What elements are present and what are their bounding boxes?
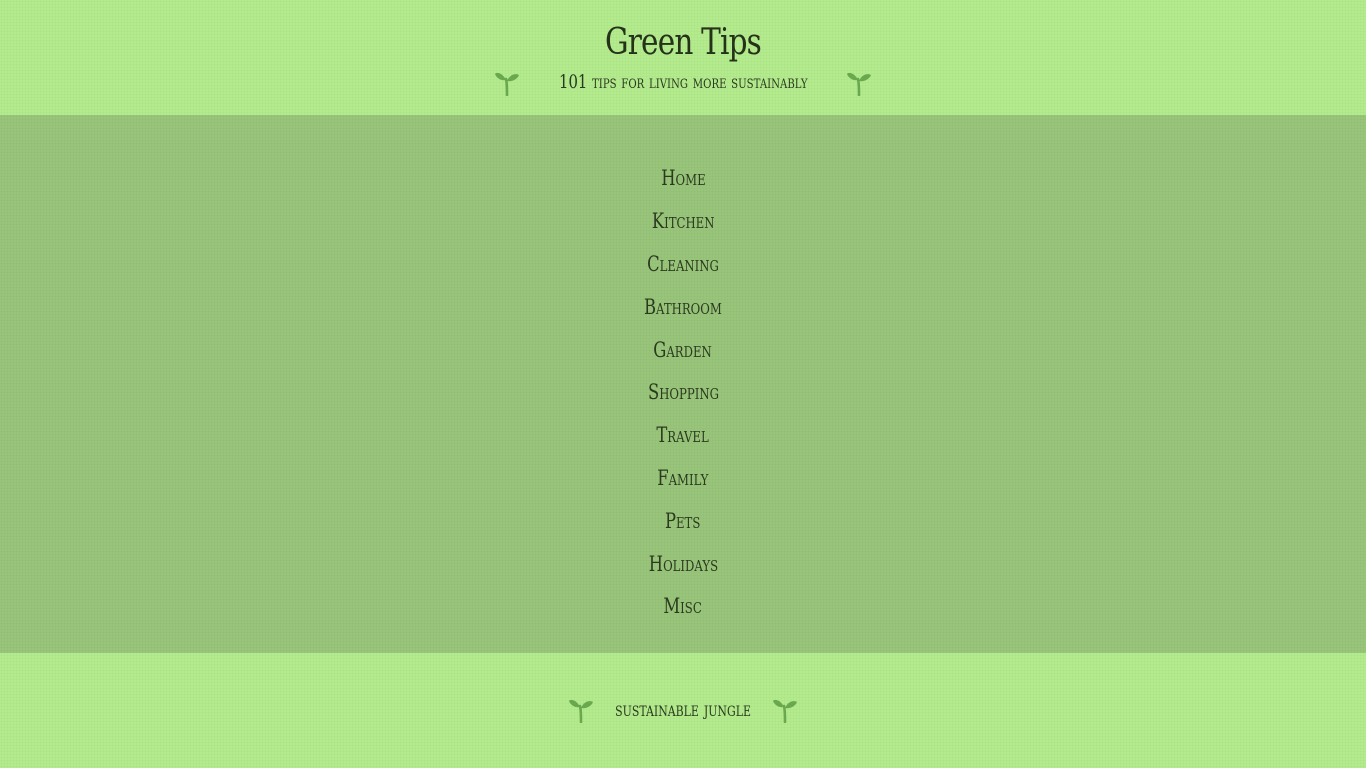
nav-item-misc[interactable]: Misc [0,585,1366,628]
main-navigation: Home Kitchen Cleaning Bathroom Garden Sh… [0,115,1366,653]
nav-item-label[interactable]: Bathroom [644,295,722,319]
nav-item-label[interactable]: Travel [657,423,709,447]
footer-link[interactable]: sustainable jungle [615,697,751,721]
nav-list: Home Kitchen Cleaning Bathroom Garden Sh… [0,157,1366,628]
nav-item-kitchen[interactable]: Kitchen [0,200,1366,243]
nav-item-holidays[interactable]: Holidays [0,542,1366,585]
nav-item-family[interactable]: Family [0,457,1366,500]
nav-item-shopping[interactable]: Shopping [0,371,1366,414]
nav-item-label[interactable]: Holidays [648,552,717,576]
nav-item-home[interactable]: Home [0,157,1366,200]
nav-item-cleaning[interactable]: Cleaning [0,243,1366,286]
tagline: 101 tips for living more sustainably [558,71,808,93]
site-title[interactable]: Green Tips [123,22,1243,63]
site-header: Green Tips 101 tips for living more sust… [0,0,1366,115]
nav-item-bathroom[interactable]: Bathroom [0,285,1366,328]
footer-credit: sustainable jungle [0,695,1366,723]
nav-item-label[interactable]: Pets [665,509,700,533]
sprout-icon [847,72,872,96]
nav-item-label[interactable]: Family [657,466,708,490]
nav-item-label[interactable]: Garden [654,338,713,362]
nav-item-label[interactable]: Home [661,166,705,190]
tagline-row: 101 tips for living more sustainably [0,68,1366,96]
nav-item-label[interactable]: Kitchen [652,209,715,233]
nav-item-travel[interactable]: Travel [0,414,1366,457]
sprout-icon [568,699,593,723]
nav-item-garden[interactable]: Garden [0,328,1366,371]
nav-item-label[interactable]: Misc [664,594,702,618]
sprout-icon [773,699,798,723]
sprout-icon [494,72,519,96]
site-footer: sustainable jungle [0,653,1366,768]
nav-item-label[interactable]: Shopping [648,380,719,404]
nav-item-label[interactable]: Cleaning [647,252,719,276]
nav-item-pets[interactable]: Pets [0,499,1366,542]
